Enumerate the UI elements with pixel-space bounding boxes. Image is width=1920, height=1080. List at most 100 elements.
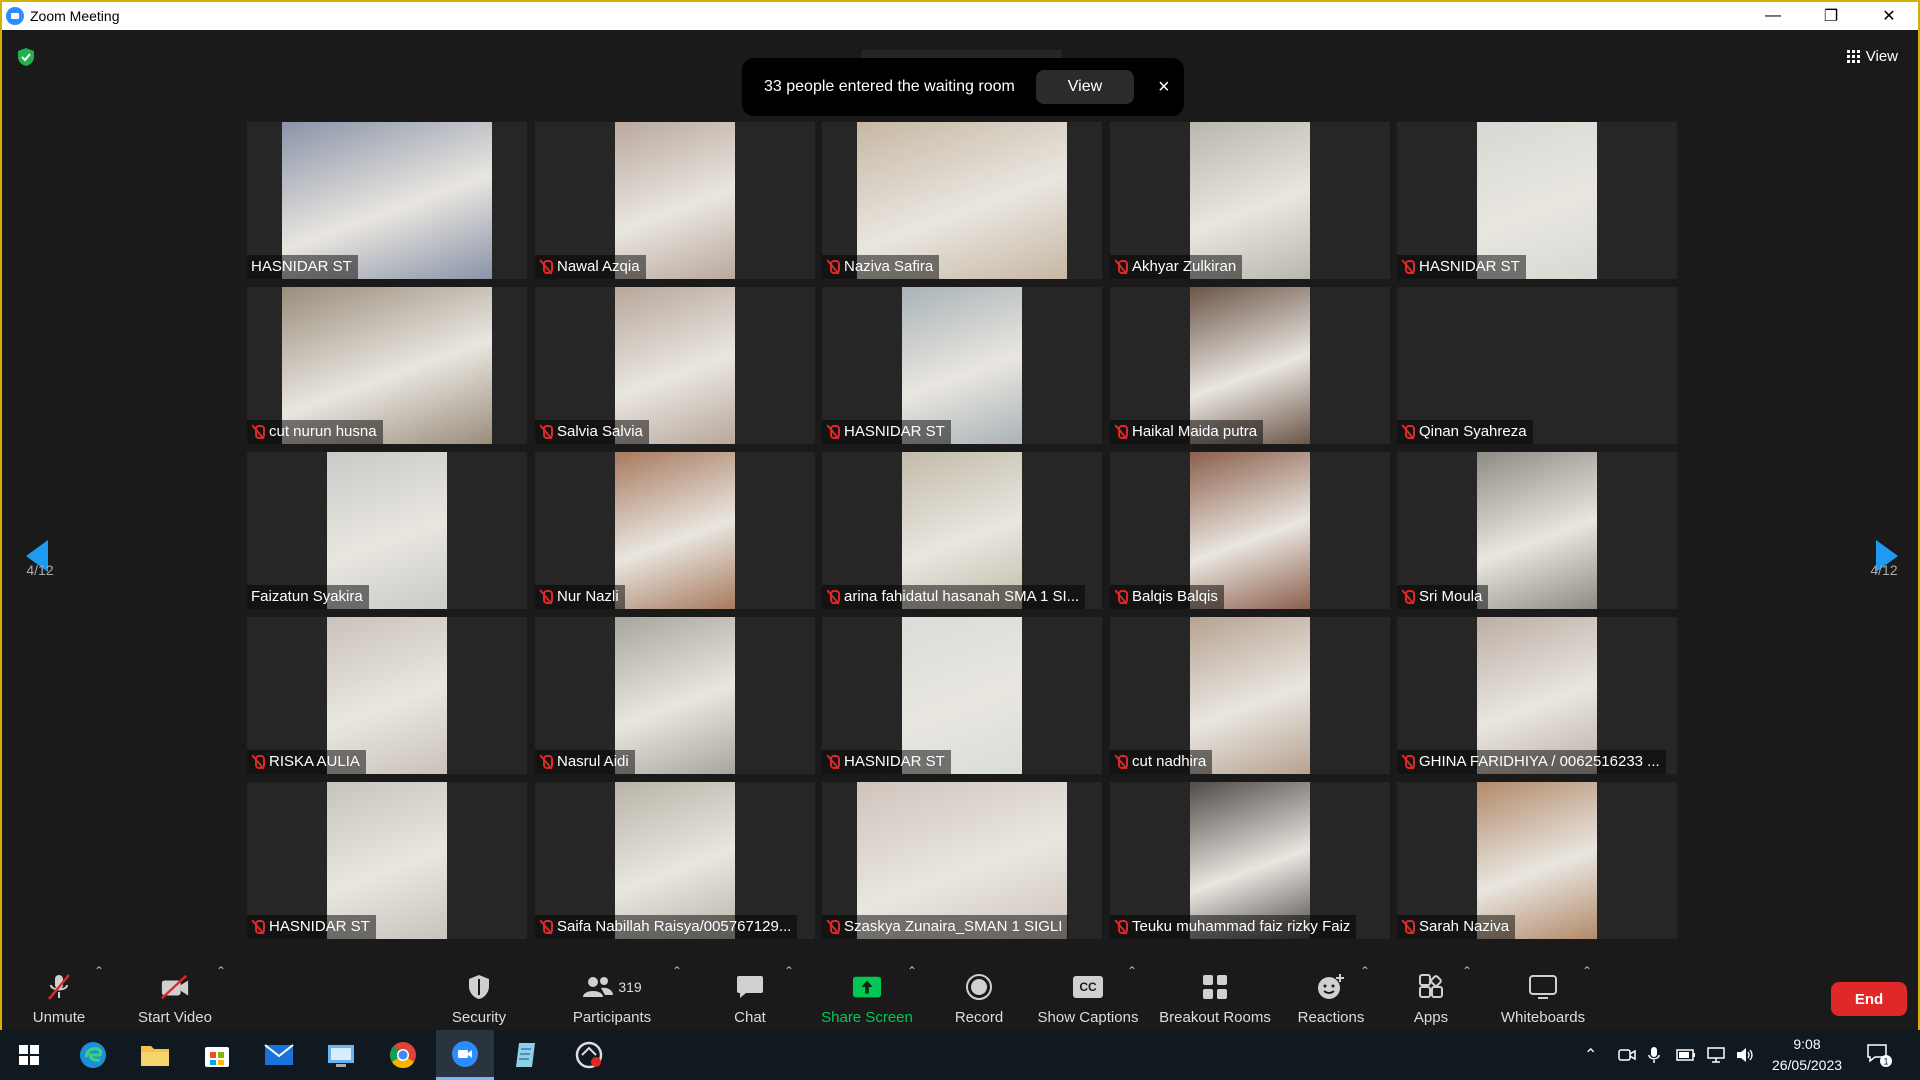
participant-tile[interactable]: Faizatun Syakira [247, 452, 527, 609]
participant-tile[interactable]: Akhyar Zulkiran [1110, 122, 1390, 279]
participants-button[interactable]: 319 Participants [568, 944, 656, 1030]
windows-start-icon[interactable] [0, 1030, 58, 1080]
reactions-options-caret[interactable]: ⌃ [1360, 964, 1370, 978]
participant-tile[interactable]: HASNIDAR ST [247, 122, 527, 279]
security-button[interactable]: Security [448, 944, 510, 1030]
participant-tile[interactable]: Salvia Salvia [535, 287, 815, 444]
minimize-button[interactable]: — [1744, 2, 1802, 30]
reactions-button[interactable]: Reactions [1296, 944, 1366, 1030]
participant-tile[interactable]: Haikal Maida putra [1110, 287, 1390, 444]
participant-tile[interactable]: Qinan Syahreza [1397, 287, 1677, 444]
apps-label: Apps [1413, 1009, 1449, 1026]
microsoft-store-icon[interactable] [188, 1030, 246, 1080]
notification-view-button[interactable]: View [1036, 70, 1134, 104]
start-video-button[interactable]: Start Video [132, 944, 218, 1030]
share-screen-button[interactable]: Share Screen [820, 944, 914, 1030]
microphone-muted-icon [1401, 754, 1415, 770]
participant-tile[interactable]: Balqis Balqis [1110, 452, 1390, 609]
participant-name: HASNIDAR ST [844, 423, 945, 440]
microphone-muted-icon [539, 919, 553, 935]
chat-options-caret[interactable]: ⌃ [784, 964, 794, 978]
participant-name-tag: HASNIDAR ST [247, 915, 376, 939]
encryption-shield-icon[interactable] [18, 48, 34, 66]
participant-tile[interactable]: HASNIDAR ST [822, 617, 1102, 774]
participant-tile[interactable]: cut nurun husna [247, 287, 527, 444]
battery-icon[interactable] [1676, 1030, 1696, 1080]
share-options-caret[interactable]: ⌃ [907, 964, 917, 978]
restore-button[interactable]: ❐ [1802, 2, 1860, 30]
system-clock[interactable]: 9:08 26/05/2023 [1742, 1034, 1872, 1076]
reactions-label: Reactions [1297, 1009, 1365, 1026]
microphone-muted-icon [1401, 919, 1415, 935]
participant-name-tag: Balqis Balqis [1110, 585, 1224, 609]
audio-options-caret[interactable]: ⌃ [94, 964, 104, 978]
participant-tile[interactable]: Nasrul Aidi [535, 617, 815, 774]
file-explorer-icon[interactable] [126, 1030, 184, 1080]
participant-name-tag: Nasrul Aidi [535, 750, 635, 774]
participant-tile[interactable]: Sri Moula [1397, 452, 1677, 609]
participant-name-tag: HASNIDAR ST [247, 255, 358, 279]
apps-options-caret[interactable]: ⌃ [1462, 964, 1472, 978]
participant-name: Akhyar Zulkiran [1132, 258, 1237, 275]
record-button[interactable]: Record [952, 944, 1006, 1030]
chrome-icon[interactable] [374, 1030, 432, 1080]
participant-name: Qinan Syahreza [1419, 423, 1527, 440]
show-captions-button[interactable]: CC Show Captions [1034, 944, 1142, 1030]
show-captions-label: Show Captions [1037, 1009, 1139, 1026]
zoom-window: Zoom Meeting — ❐ ✕ OPERATOR , is talking… [0, 0, 1920, 1030]
participant-tile[interactable]: HASNIDAR ST [822, 287, 1102, 444]
zoom-taskbar-icon[interactable] [436, 1030, 494, 1080]
chat-button[interactable]: Chat [728, 944, 772, 1030]
participant-tile[interactable]: Teuku muhammad faiz rizky Faiz [1110, 782, 1390, 939]
participant-tile[interactable]: RISKA AULIA [247, 617, 527, 774]
close-button[interactable]: ✕ [1860, 2, 1918, 30]
participant-name-tag: arina fahidatul hasanah SMA 1 SI... [822, 585, 1086, 609]
microphone-tray-icon[interactable] [1648, 1030, 1660, 1080]
share-screen-label: Share Screen [821, 1009, 913, 1026]
whiteboards-options-caret[interactable]: ⌃ [1582, 964, 1592, 978]
whiteboards-button[interactable]: Whiteboards [1496, 944, 1590, 1030]
microphone-muted-icon [1114, 259, 1128, 275]
mail-icon[interactable] [250, 1030, 308, 1080]
participant-tile[interactable]: HASNIDAR ST [247, 782, 527, 939]
participant-tile[interactable]: arina fahidatul hasanah SMA 1 SI... [822, 452, 1102, 609]
meet-now-icon[interactable] [1618, 1030, 1636, 1080]
breakout-rooms-button[interactable]: Breakout Rooms [1156, 944, 1274, 1030]
participant-name-tag: Salvia Salvia [535, 420, 649, 444]
notification-close-icon[interactable]: × [1158, 76, 1170, 99]
action-center-icon[interactable]: 1 [1866, 1030, 1892, 1080]
captions-cc-icon: CC [1073, 973, 1103, 1001]
participant-name-tag: Sarah Naziva [1397, 915, 1516, 939]
participant-tile[interactable]: Nawal Azqia [535, 122, 815, 279]
unmute-button[interactable]: Unmute [22, 944, 96, 1030]
page-indicator-left: 4/12 [26, 562, 54, 578]
screen-recorder-icon[interactable] [560, 1030, 618, 1080]
meeting-stage: OPERATOR , is talking... 33 people enter… [2, 30, 1918, 944]
participant-tile[interactable]: GHINA FARIDHIYA / 0062516233 ... [1397, 617, 1677, 774]
participant-name: HASNIDAR ST [269, 918, 370, 935]
edge-browser-icon[interactable] [64, 1030, 122, 1080]
view-button[interactable]: View [1839, 44, 1906, 69]
network-icon[interactable] [1706, 1030, 1726, 1080]
microphone-muted-icon [1114, 754, 1128, 770]
participant-name-tag: Sri Moula [1397, 585, 1489, 609]
participant-tile[interactable]: Sarah Naziva [1397, 782, 1677, 939]
apps-button[interactable]: Apps [1406, 944, 1456, 1030]
participant-name: Szaskya Zunaira_SMAN 1 SIGLI [844, 918, 1063, 935]
participants-options-caret[interactable]: ⌃ [672, 964, 682, 978]
security-shield-icon [464, 973, 494, 1001]
video-options-caret[interactable]: ⌃ [216, 964, 226, 978]
microphone-muted-icon [1401, 259, 1415, 275]
captions-options-caret[interactable]: ⌃ [1127, 964, 1137, 978]
participant-tile[interactable]: Szaskya Zunaira_SMAN 1 SIGLI [822, 782, 1102, 939]
participant-tile[interactable]: HASNIDAR ST [1397, 122, 1677, 279]
participant-name: Salvia Salvia [557, 423, 643, 440]
participant-tile[interactable]: Naziva Safira [822, 122, 1102, 279]
show-hidden-icons[interactable]: ⌃ [1584, 1030, 1597, 1080]
notepad-icon[interactable] [498, 1030, 556, 1080]
end-meeting-button[interactable]: End [1831, 982, 1907, 1016]
control-panel-icon[interactable] [312, 1030, 370, 1080]
participant-tile[interactable]: Saifa Nabillah Raisya/005767129... [535, 782, 815, 939]
participant-tile[interactable]: cut nadhira [1110, 617, 1390, 774]
participant-tile[interactable]: Nur Nazli [535, 452, 815, 609]
